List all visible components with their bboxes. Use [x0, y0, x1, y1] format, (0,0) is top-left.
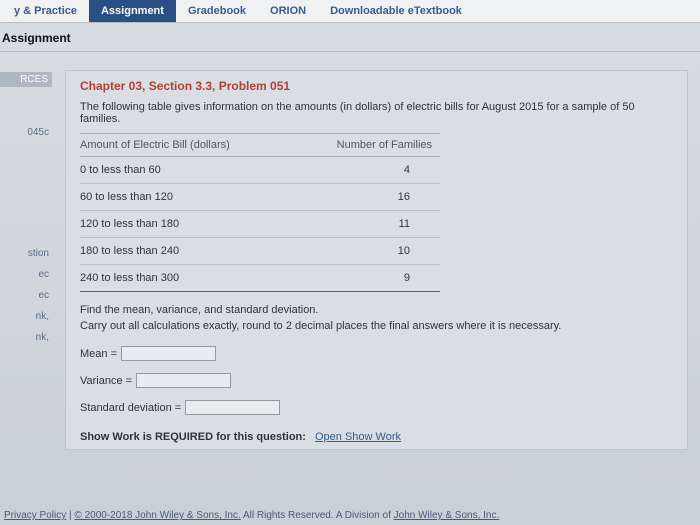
table-row: 60 to less than 12016 — [80, 184, 440, 211]
data-table: Amount of Electric Bill (dollars) Number… — [80, 133, 440, 292]
mean-row: Mean = — [80, 346, 673, 361]
sd-row: Standard deviation = — [80, 400, 673, 415]
variance-input[interactable] — [136, 373, 231, 388]
question-line-1: Find the mean, variance, and standard de… — [80, 304, 673, 316]
sidebar-nk2[interactable]: nk, — [0, 332, 52, 353]
sidebar-nk[interactable]: nk, — [0, 311, 52, 332]
sidebar-stion[interactable]: stion — [0, 248, 52, 269]
problem-description: The following table gives information on… — [80, 101, 673, 125]
table-row: 180 to less than 24010 — [80, 238, 440, 265]
question-line-2: Carry out all calculations exactly, roun… — [80, 320, 673, 332]
problem-title: Chapter 03, Section 3.3, Problem 051 — [80, 79, 673, 93]
content-panel: Chapter 03, Section 3.3, Problem 051 The… — [65, 70, 688, 450]
top-nav: y & Practice Assignment Gradebook ORION … — [0, 0, 700, 23]
sidebar-id[interactable]: 045c — [0, 127, 52, 148]
sidebar-ec2[interactable]: ec — [0, 290, 52, 311]
show-work: Show Work is REQUIRED for this question:… — [80, 427, 673, 449]
table-header-bill: Amount of Electric Bill (dollars) — [80, 134, 293, 157]
nav-etextbook[interactable]: Downloadable eTextbook — [318, 0, 474, 22]
show-work-bold: Show Work is REQUIRED for this question: — [80, 431, 306, 443]
footer: Privacy Policy | © 2000-2018 John Wiley … — [0, 510, 700, 521]
mean-input[interactable] — [121, 346, 216, 361]
sidebar-rces[interactable]: RCES — [0, 72, 52, 87]
variance-row: Variance = — [80, 373, 673, 388]
copyright-link[interactable]: © 2000-2018 John Wiley & Sons, Inc. — [74, 510, 240, 521]
nav-assignment[interactable]: Assignment — [89, 0, 176, 22]
nav-orion[interactable]: ORION — [258, 0, 318, 22]
mean-label: Mean = — [80, 348, 117, 360]
sd-input[interactable] — [185, 400, 280, 415]
variance-label: Variance = — [80, 375, 132, 387]
table-row: 240 to less than 3009 — [80, 265, 440, 292]
sidebar: RCES 045c stion ec ec nk, nk, — [0, 72, 52, 353]
company-link[interactable]: John Wiley & Sons, Inc. — [394, 510, 500, 521]
sidebar-ec[interactable]: ec — [0, 269, 52, 290]
table-row: 120 to less than 18011 — [80, 211, 440, 238]
table-row: 0 to less than 604 — [80, 157, 440, 184]
open-show-work-link[interactable]: Open Show Work — [315, 431, 401, 443]
nav-practice[interactable]: y & Practice — [2, 0, 89, 22]
table-header-families: Number of Families — [293, 134, 440, 157]
nav-gradebook[interactable]: Gradebook — [176, 0, 258, 22]
privacy-link[interactable]: Privacy Policy — [4, 510, 66, 521]
page-title: Assignment — [0, 23, 700, 52]
sd-label: Standard deviation = — [80, 402, 181, 414]
